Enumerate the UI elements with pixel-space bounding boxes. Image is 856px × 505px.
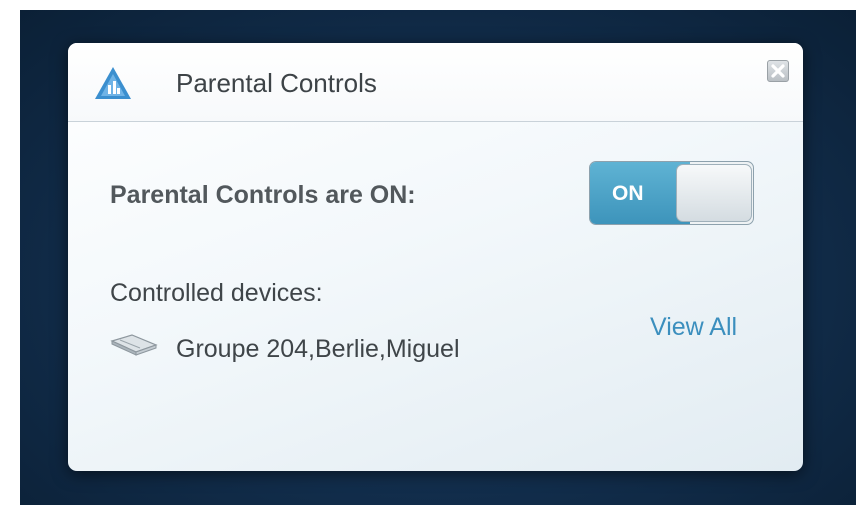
parental-controls-status-label: Parental Controls are ON: xyxy=(110,181,416,209)
close-box-icon[interactable] xyxy=(767,60,789,82)
widget-header: Parental Controls xyxy=(68,43,803,122)
controlled-device-names: Groupe 204,Berlie,Miguel xyxy=(176,335,460,363)
widget-title: Parental Controls xyxy=(176,68,377,98)
parental-controls-widget: Parental Controls Parental Controls are … xyxy=(68,43,803,471)
parental-controls-toggle[interactable]: ON xyxy=(589,161,754,225)
toggle-on-segment: ON xyxy=(590,162,690,224)
toggle-on-label: ON xyxy=(612,182,644,205)
toggle-knob[interactable] xyxy=(676,164,752,222)
linksys-triangle-icon xyxy=(95,67,131,99)
view-all-link[interactable]: View All xyxy=(650,313,737,342)
network-device-icon xyxy=(110,334,158,356)
controlled-devices-label: Controlled devices: xyxy=(110,279,323,307)
